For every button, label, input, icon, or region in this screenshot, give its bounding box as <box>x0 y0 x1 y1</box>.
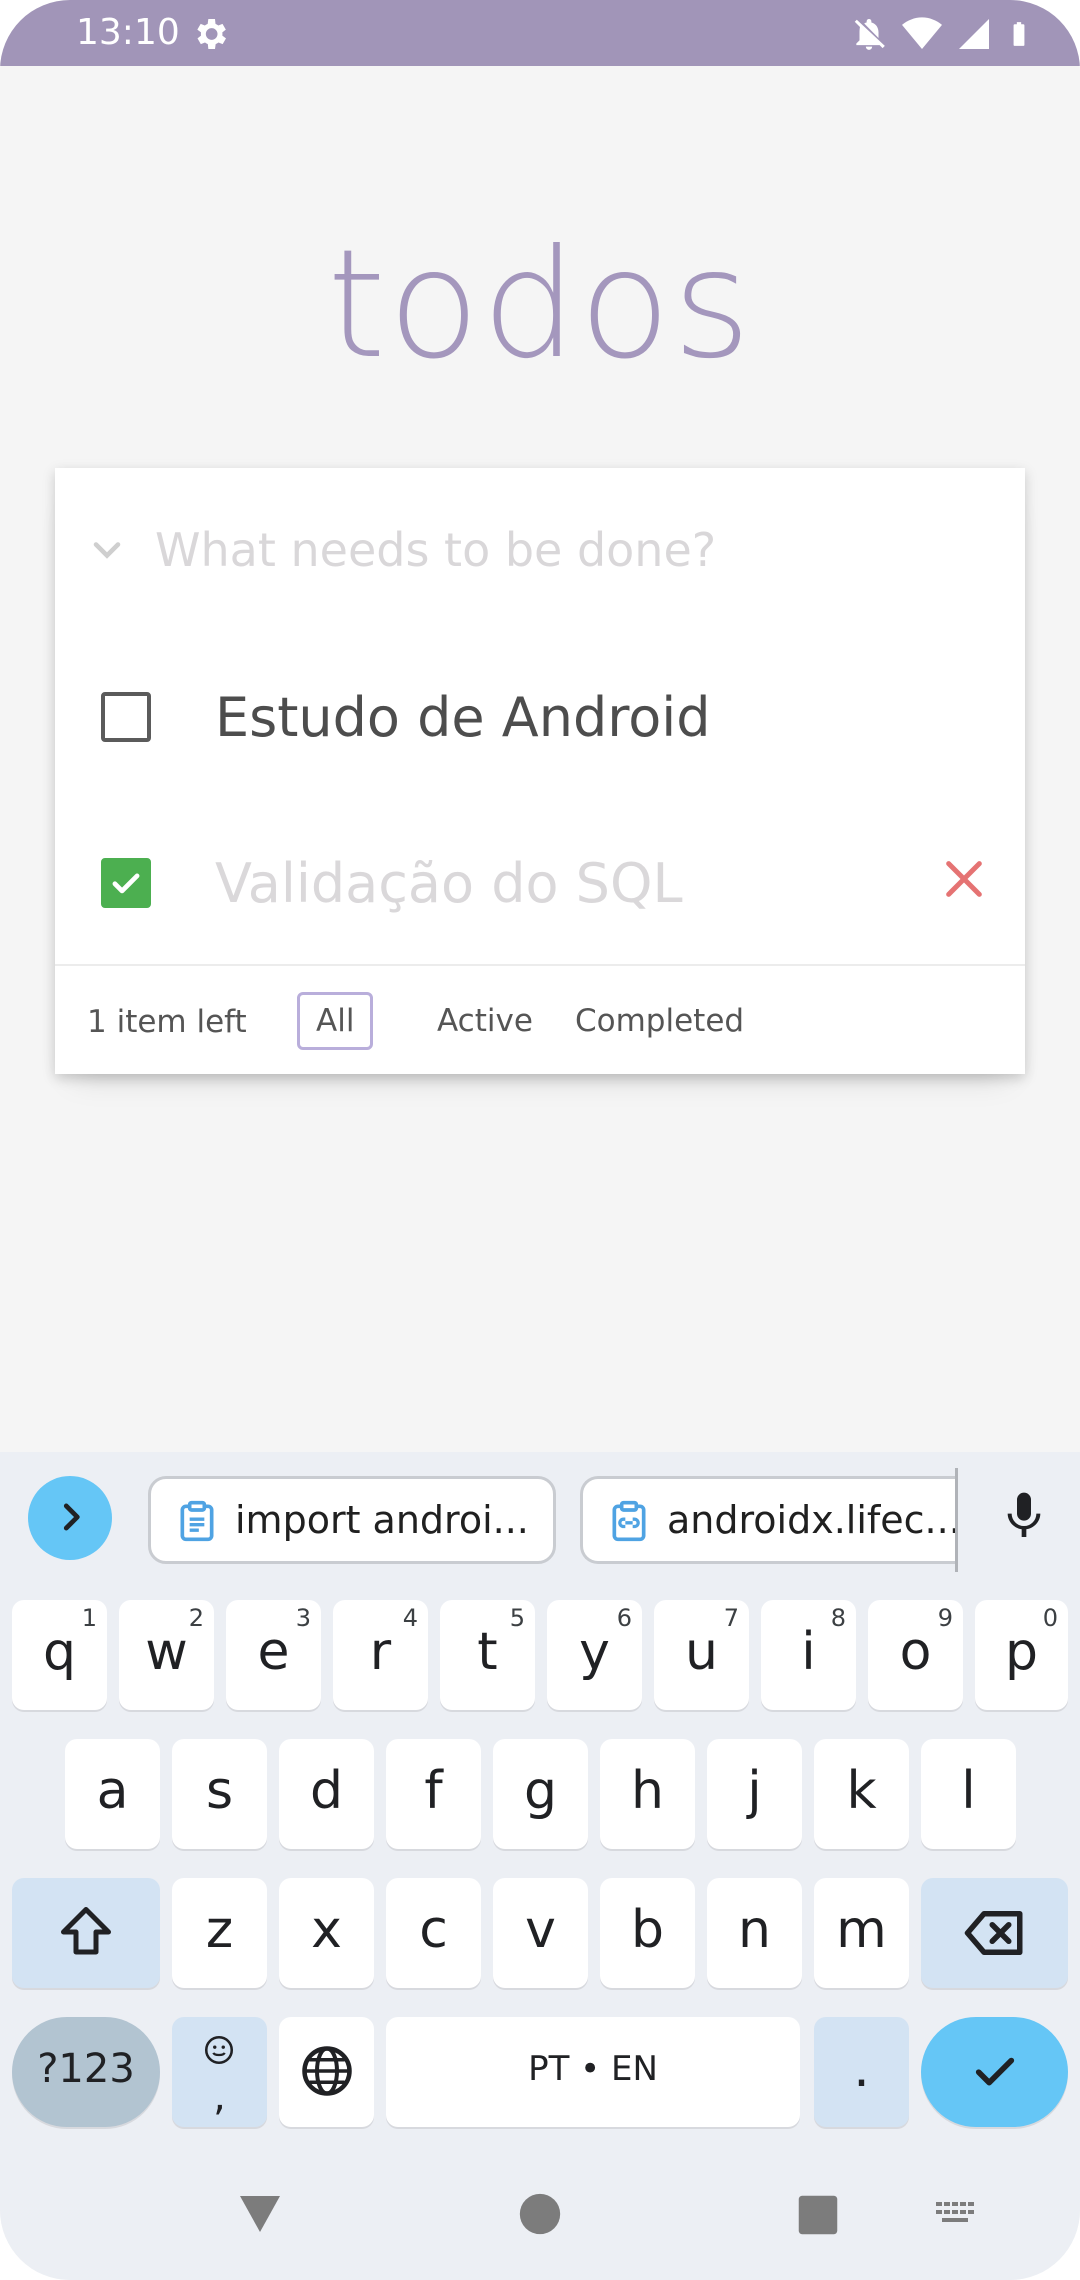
key-q[interactable]: q1 <box>12 1600 107 1710</box>
filter-completed[interactable]: Completed <box>556 992 763 1050</box>
recents-icon[interactable] <box>797 2194 839 2236</box>
key-d[interactable]: d <box>279 1739 374 1849</box>
phone-screen: 13:10 todos What needs to be done? Estud… <box>0 0 1080 2280</box>
shift-icon <box>61 1907 111 1955</box>
key-y[interactable]: y6 <box>547 1600 642 1710</box>
key-x[interactable]: x <box>279 1878 374 1988</box>
key-c[interactable]: c <box>386 1878 481 1988</box>
key-a[interactable]: a <box>65 1739 160 1849</box>
todo-item: Estudo de Android <box>55 634 1025 800</box>
filter-active[interactable]: Active <box>418 992 552 1050</box>
status-bar: 13:10 <box>0 0 1080 66</box>
battery-icon <box>1013 22 1025 46</box>
clipboard-link-suggestion[interactable]: androidx.lifec... <box>580 1476 958 1564</box>
bell-off-icon <box>854 18 885 50</box>
todo-checkbox-checked[interactable] <box>101 858 151 908</box>
clipboard-icon <box>180 1500 214 1542</box>
key-i[interactable]: i8 <box>761 1600 856 1710</box>
enter-key[interactable] <box>921 2017 1068 2127</box>
backspace-key[interactable] <box>921 1878 1068 1988</box>
app-title: todos <box>327 218 753 392</box>
key-j[interactable]: j <box>707 1739 802 1849</box>
new-todo-row <box>55 468 1025 634</box>
todo-card: Estudo de Android Validação do SQL 1 ite… <box>55 468 1025 1074</box>
space-key[interactable]: PT • EN <box>386 2017 800 2127</box>
checkmark-icon <box>975 2057 1014 2086</box>
todo-item-completed: Validação do SQL <box>55 800 1025 966</box>
key-k[interactable]: k <box>814 1739 909 1849</box>
home-icon[interactable] <box>518 2192 562 2236</box>
chevron-right-icon <box>63 1503 80 1531</box>
key-v[interactable]: v <box>493 1878 588 1988</box>
new-todo-input[interactable] <box>155 518 975 582</box>
clipboard-link-icon <box>612 1500 646 1542</box>
key-s[interactable]: s <box>172 1739 267 1849</box>
todo-title[interactable]: Validação do SQL <box>215 852 683 916</box>
key-e[interactable]: e3 <box>226 1600 321 1710</box>
key-n[interactable]: n <box>707 1878 802 1988</box>
emoji-comma-key[interactable]: , <box>172 2017 267 2127</box>
todo-title[interactable]: Estudo de Android <box>215 686 711 750</box>
language-key[interactable] <box>279 2017 374 2127</box>
key-p[interactable]: p0 <box>975 1600 1068 1710</box>
todo-checkbox[interactable] <box>101 692 151 742</box>
key-g[interactable]: g <box>493 1739 588 1849</box>
globe-icon <box>301 2046 352 2096</box>
back-icon[interactable] <box>236 2190 284 2238</box>
navigation-bar <box>0 2148 1080 2280</box>
suggestion-text: androidx.lifec... <box>667 1498 958 1542</box>
comma-label: , <box>213 2074 226 2120</box>
todo-footer: 1 item left All Active Completed <box>55 968 1025 1074</box>
key-o[interactable]: o9 <box>868 1600 963 1710</box>
key-m[interactable]: m <box>814 1878 909 1988</box>
backspace-icon <box>964 1911 1022 1955</box>
key-r[interactable]: r4 <box>333 1600 428 1710</box>
key-h[interactable]: h <box>600 1739 695 1849</box>
status-icons <box>850 14 1032 54</box>
key-z[interactable]: z <box>172 1878 267 1988</box>
chevron-down-icon[interactable] <box>85 528 129 572</box>
status-time: 13:10 <box>76 12 180 53</box>
period-key[interactable]: . <box>814 2017 909 2127</box>
symbols-key[interactable]: ?123 <box>12 2017 160 2127</box>
shift-key[interactable] <box>12 1878 160 1988</box>
gear-icon <box>197 19 226 49</box>
signal-icon <box>959 19 989 49</box>
delete-icon[interactable] <box>941 856 987 902</box>
filter-all[interactable]: All <box>297 992 374 1050</box>
microphone-icon[interactable] <box>996 1488 1052 1544</box>
wifi-icon <box>902 17 942 49</box>
expand-suggestions-button[interactable] <box>28 1476 112 1560</box>
key-t[interactable]: t5 <box>440 1600 535 1710</box>
key-u[interactable]: u7 <box>654 1600 749 1710</box>
check-icon <box>112 873 140 894</box>
key-l[interactable]: l <box>921 1739 1016 1849</box>
key-b[interactable]: b <box>600 1878 695 1988</box>
key-w[interactable]: w2 <box>119 1600 214 1710</box>
key-f[interactable]: f <box>386 1739 481 1849</box>
suggestion-text: import androi... <box>235 1498 529 1542</box>
suggestion-divider <box>955 1468 958 1572</box>
items-left-count: 1 item left <box>87 1004 247 1040</box>
keyboard-switch-icon[interactable] <box>932 2190 980 2238</box>
clipboard-suggestion[interactable]: import androi... <box>148 1476 556 1564</box>
